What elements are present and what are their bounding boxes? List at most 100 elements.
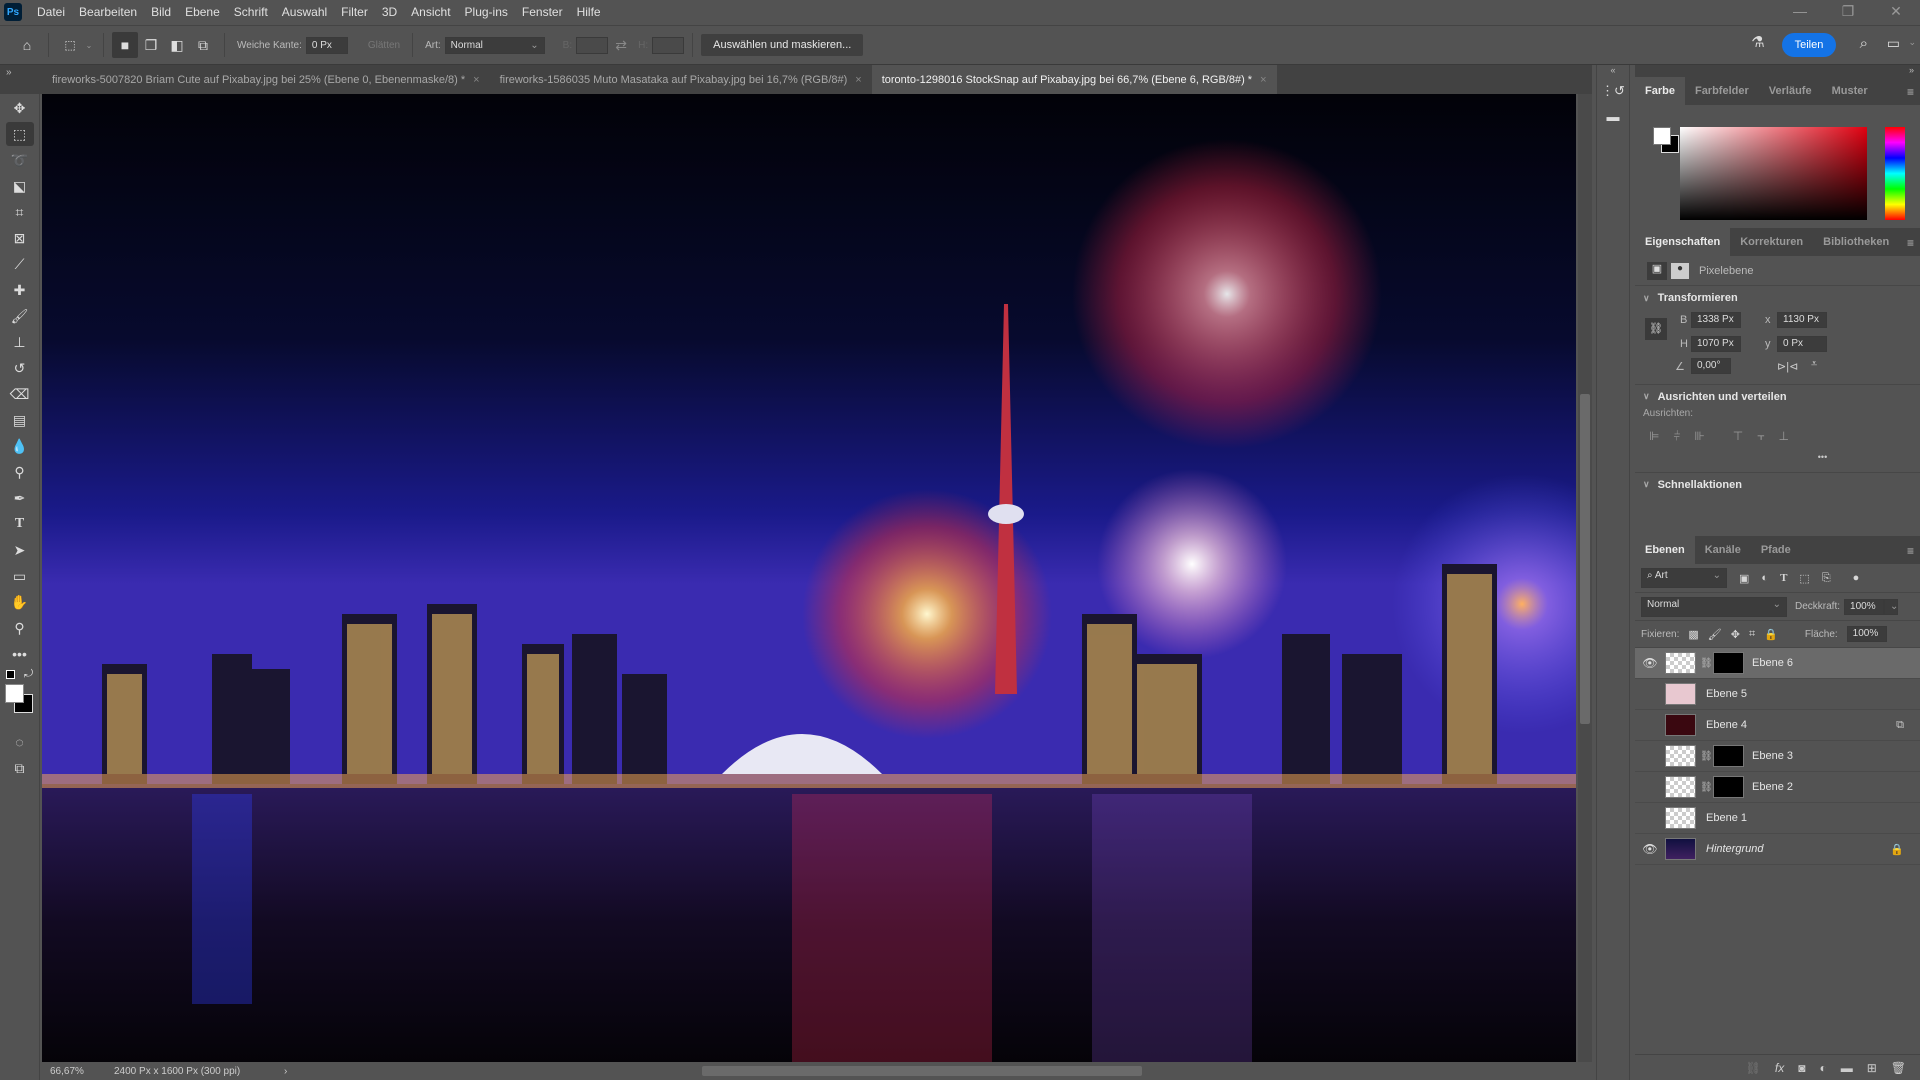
hue-slider[interactable] <box>1885 127 1905 220</box>
align-middle-v-icon[interactable]: ⫟ <box>1757 429 1764 444</box>
comments-icon[interactable]: ▬ <box>1597 109 1629 135</box>
workspace-icon[interactable]: ▭ <box>1887 35 1900 52</box>
adjustment-layer-icon[interactable]: ◐ <box>1819 1061 1826 1075</box>
align-bottom-icon[interactable]: ⊥ <box>1779 429 1789 444</box>
eye-icon[interactable]: 👁 <box>1635 656 1665 670</box>
blend-mode-select[interactable]: Normal ⌄ <box>1641 596 1787 617</box>
menu-3d[interactable]: 3D <box>375 0 404 24</box>
pen-tool-icon[interactable]: ✒ <box>6 486 34 510</box>
new-selection-icon[interactable]: ■ <box>112 32 138 58</box>
fx-icon[interactable]: fx <box>1775 1061 1784 1075</box>
width-field[interactable]: 1338 Px <box>1691 312 1741 328</box>
panel-menu-icon[interactable]: ≡ <box>1907 236 1914 250</box>
flip-horizontal-icon[interactable]: ⊳|⊲ <box>1777 360 1798 373</box>
height-field[interactable]: 1070 Px <box>1691 336 1741 352</box>
share-button[interactable]: Teilen <box>1782 33 1836 57</box>
document-canvas[interactable] <box>42 94 1576 1062</box>
status-menu-arrow[interactable]: › <box>284 1066 287 1077</box>
tab-document-1[interactable]: fireworks-5007820 Briam Cute auf Pixabay… <box>42 65 490 94</box>
flip-vertical-icon[interactable]: ⩡ <box>1811 358 1817 371</box>
more-options-button[interactable]: ••• <box>1635 444 1920 472</box>
zoom-tool-icon[interactable]: ⚲ <box>6 616 34 640</box>
subtract-selection-icon[interactable]: ◧ <box>164 32 190 58</box>
filter-pixel-icon[interactable]: ▣ <box>1739 572 1749 585</box>
layer-mask-thumbnail[interactable] <box>1713 776 1744 798</box>
fill-field[interactable]: 100% <box>1846 626 1887 642</box>
object-selection-tool-icon[interactable]: ⬕ <box>6 174 34 198</box>
swap-icon[interactable]: ⇄ <box>608 32 634 58</box>
lock-all-icon[interactable]: 🔒 <box>1764 628 1778 641</box>
quick-mask-icon[interactable]: ◌ <box>6 730 34 754</box>
search-icon[interactable]: ⌕ <box>1860 35 1868 52</box>
filter-adjustment-icon[interactable]: ◐ <box>1761 572 1768 584</box>
eyedropper-tool-icon[interactable]: ⟋ <box>6 252 34 276</box>
menu-plugins[interactable]: Plug-ins <box>458 0 515 24</box>
intersect-selection-icon[interactable]: ⧉ <box>190 32 216 58</box>
tab-pfade[interactable]: Pfade <box>1751 536 1801 564</box>
antialias-checkbox[interactable]: Glätten <box>368 40 400 51</box>
align-section-header[interactable]: ∨ Ausrichten und verteilen <box>1635 384 1920 408</box>
crop-tool-icon[interactable]: ⌗ <box>6 200 34 224</box>
close-icon[interactable]: × <box>1260 74 1266 86</box>
menu-auswahl[interactable]: Auswahl <box>275 0 334 24</box>
dodge-tool-icon[interactable]: ⚲ <box>6 460 34 484</box>
menu-datei[interactable]: Datei <box>30 0 72 24</box>
chevron-down-icon[interactable]: ⌄ <box>1908 37 1916 48</box>
layer-row[interactable]: ⛓ Ebene 2 <box>1635 772 1920 803</box>
height-input[interactable] <box>652 36 685 54</box>
blur-tool-icon[interactable]: 💧 <box>6 434 34 458</box>
minimize-button[interactable]: — <box>1776 0 1824 22</box>
trash-icon[interactable]: 🗑 <box>1891 1061 1906 1075</box>
marquee-tool-icon[interactable]: ⬚ <box>5 122 34 146</box>
tab-eigenschaften[interactable]: Eigenschaften <box>1635 228 1731 256</box>
layer-mask-thumbnail[interactable] <box>1713 652 1744 674</box>
stamp-tool-icon[interactable]: ⊥ <box>6 330 34 354</box>
close-icon[interactable]: × <box>473 74 479 86</box>
lasso-tool-icon[interactable]: ➰ <box>6 148 34 172</box>
layer-row[interactable]: Ebene 4 ⧉ <box>1635 710 1920 741</box>
horizontal-scrollbar-thumb[interactable] <box>702 1066 1142 1076</box>
tab-document-3[interactable]: toronto-1298016 StockSnap auf Pixabay.jp… <box>871 65 1277 94</box>
filter-shape-icon[interactable]: ⬚ <box>1799 572 1809 585</box>
home-icon[interactable]: ⌂ <box>14 32 40 58</box>
chevron-down-icon[interactable]: ⌄ <box>1884 598 1898 615</box>
restore-button[interactable]: ❐ <box>1824 0 1872 22</box>
menu-ebene[interactable]: Ebene <box>178 0 227 24</box>
menu-hilfe[interactable]: Hilfe <box>570 0 608 24</box>
layer-filter-select[interactable]: ⌕ Art ⌄ <box>1641 568 1727 588</box>
healing-brush-tool-icon[interactable]: ✚ <box>6 278 34 302</box>
align-center-h-icon[interactable]: ⫩ <box>1673 429 1680 444</box>
layer-row[interactable]: Ebene 1 <box>1635 803 1920 834</box>
filter-type-icon[interactable]: T <box>1780 572 1787 584</box>
menu-bild[interactable]: Bild <box>144 0 178 24</box>
width-input[interactable] <box>576 36 609 54</box>
screen-mode-icon[interactable]: ⧉ <box>6 756 34 780</box>
flask-icon[interactable]: ⚗ <box>1746 33 1770 57</box>
menu-schrift[interactable]: Schrift <box>227 0 275 24</box>
tab-kanaele[interactable]: Kanäle <box>1695 536 1751 564</box>
eye-icon[interactable]: 👁 <box>1635 842 1665 856</box>
x-field[interactable]: 1130 Px <box>1777 312 1827 328</box>
link-layers-icon[interactable]: ⛓ <box>1746 1061 1761 1075</box>
layer-mask-thumbnail[interactable] <box>1713 745 1744 767</box>
new-group-icon[interactable]: ▬ <box>1841 1061 1853 1075</box>
panel-menu-icon[interactable]: ≡ <box>1907 85 1914 99</box>
tab-document-2[interactable]: fireworks-1586035 Muto Masataka auf Pixa… <box>489 65 872 94</box>
link-icon[interactable]: ⛓ <box>1700 658 1713 669</box>
close-icon[interactable]: × <box>855 74 861 86</box>
tab-muster[interactable]: Muster <box>1822 77 1878 105</box>
menu-bearbeiten[interactable]: Bearbeiten <box>72 0 144 24</box>
panel-menu-icon[interactable]: ≡ <box>1907 544 1914 558</box>
lock-artboard-icon[interactable]: ⌗ <box>1749 628 1755 641</box>
lock-position-icon[interactable]: ✥ <box>1731 628 1740 641</box>
collapse-icon[interactable]: « <box>1597 65 1629 77</box>
align-top-icon[interactable]: ⊤ <box>1733 429 1743 444</box>
expand-toolbar-icon[interactable]: » <box>0 65 42 94</box>
eraser-tool-icon[interactable]: ⌫ <box>6 382 34 406</box>
filter-toggle[interactable]: ● <box>1853 572 1860 584</box>
align-left-icon[interactable]: ⊫ <box>1649 429 1659 444</box>
menu-fenster[interactable]: Fenster <box>515 0 570 24</box>
add-mask-icon[interactable]: ◙ <box>1798 1061 1805 1075</box>
opacity-field[interactable]: 100% <box>1844 598 1885 615</box>
foreground-color-swatch[interactable] <box>5 684 24 703</box>
